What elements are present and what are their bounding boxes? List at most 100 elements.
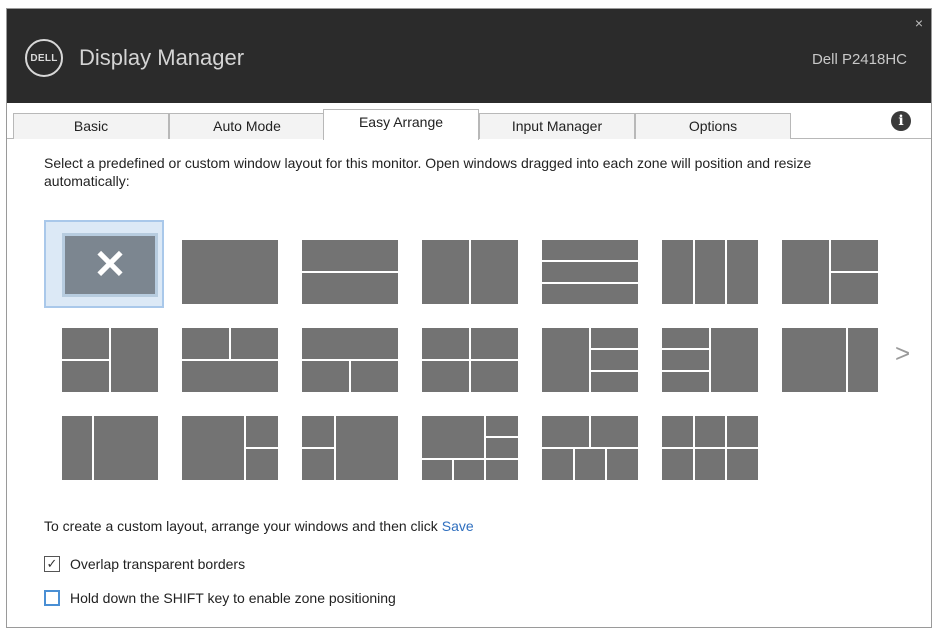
layout-top-row-bottom-2[interactable] [302,328,398,392]
layout-left-3-right-col[interactable] [662,328,758,392]
layout-zone [302,361,349,392]
layout-zone [662,350,709,370]
layout-3x2[interactable] [662,416,758,480]
layout-zone [182,416,244,480]
layout-zone [231,328,278,359]
layout-zone [727,240,758,304]
layout-zone [182,328,229,359]
layout-left-col-right-2[interactable] [782,240,878,304]
no-layout-icon: ✕ [93,243,127,287]
layout-zone [662,328,709,348]
layout-zone [486,416,518,436]
layout-zone [782,240,829,304]
layout-narrow-left-wide-right[interactable] [62,416,158,480]
layout-zone [486,438,518,458]
custom-layout-hint: To create a custom layout, arrange your … [44,518,474,534]
overlap-option: ✓ Overlap transparent borders [44,556,245,572]
layout-mixed-5[interactable] [422,416,518,480]
tab-basic[interactable]: Basic [13,113,169,139]
layout-full[interactable] [182,240,278,304]
layout-3-cols[interactable] [662,240,758,304]
layout-zone [302,273,398,304]
shift-checkbox[interactable] [44,590,60,606]
layout-wide-left-right-2[interactable] [182,416,278,480]
close-button[interactable]: × [915,15,923,31]
layout-zone [591,372,638,392]
monitor-model: Dell P2418HC [811,51,907,68]
layout-zone [471,361,518,392]
layout-zone [94,416,158,480]
layout-left-2-right-col[interactable] [62,328,158,392]
logo-text: DELL [30,52,58,64]
layout-zone [182,240,278,304]
layout-zone [422,416,484,458]
overlap-checkbox[interactable]: ✓ [44,556,60,572]
layout-zone [695,449,725,480]
layout-zone [695,416,725,447]
layout-top-2-bottom-row[interactable] [182,328,278,392]
layout-zone [542,284,638,304]
layout-zone [422,460,452,480]
title-bar: DELL Display Manager Dell P2418HC × [7,9,931,103]
layout-zone [591,416,638,447]
layout-2-rows[interactable] [302,240,398,304]
layout-zone [575,449,605,480]
overlap-label: Overlap transparent borders [70,556,246,572]
instructions-text: Select a predefined or custom window lay… [44,155,812,189]
layout-zone [302,328,398,359]
layout-zone [336,416,398,480]
layout-2x2[interactable] [422,328,518,392]
layout-zone [471,328,518,359]
layout-zone [695,240,725,304]
layout-zone [246,449,278,480]
layout-zone [351,361,398,392]
layout-zone [727,449,758,480]
tab-easy-arrange[interactable]: Easy Arrange [323,109,479,140]
layout-wide-left-narrow-right[interactable] [782,328,878,392]
layout-zone [111,328,158,392]
tab-auto-mode[interactable]: Auto Mode [169,113,325,139]
tab-options[interactable]: Options [635,113,791,139]
layout-zone [607,449,638,480]
save-link[interactable]: Save [442,518,474,534]
layout-zone [662,416,693,447]
layout-left-2-wide-right[interactable] [302,416,398,480]
layout-zone [542,328,589,392]
layout-zone [542,416,589,447]
layout-zone [662,449,693,480]
display-manager-window: DELL Display Manager Dell P2418HC × Basi… [6,8,932,628]
layout-left-col-right-3[interactable] [542,328,638,392]
layout-zone [182,361,278,392]
layout-zone [422,328,469,359]
layout-zone [542,449,573,480]
layout-none[interactable]: ✕ [62,233,158,297]
app-title: Display Manager [79,45,245,70]
layout-zone [831,273,878,304]
dell-logo-icon: DELL [25,39,63,77]
layout-zone [62,328,109,359]
layout-zone [662,240,693,304]
layout-zone [302,416,334,447]
custom-layout-text: To create a custom layout, arrange your … [44,518,438,534]
layout-zone [422,361,469,392]
shift-option: Hold down the SHIFT key to enable zone p… [44,590,396,606]
tab-input-manager[interactable]: Input Manager [479,113,635,139]
layout-top-2-bottom-3[interactable] [542,416,638,480]
layout-zone [422,240,469,304]
layout-zone [782,328,846,392]
layout-zone [542,240,638,260]
layout-zone [454,460,484,480]
layout-3-rows[interactable] [542,240,638,304]
layout-zone [62,361,109,392]
layout-zone [486,460,518,480]
info-icon[interactable]: i [891,111,911,131]
layout-zone [727,416,758,447]
layout-zone [711,328,758,392]
layout-2-cols[interactable] [422,240,518,304]
layout-zone [302,449,334,480]
checkmark-icon: ✓ [46,556,58,571]
layout-zone [246,416,278,447]
layout-zone [848,328,878,392]
layout-zone [662,372,709,392]
next-page-arrow-icon[interactable]: > [895,338,910,369]
